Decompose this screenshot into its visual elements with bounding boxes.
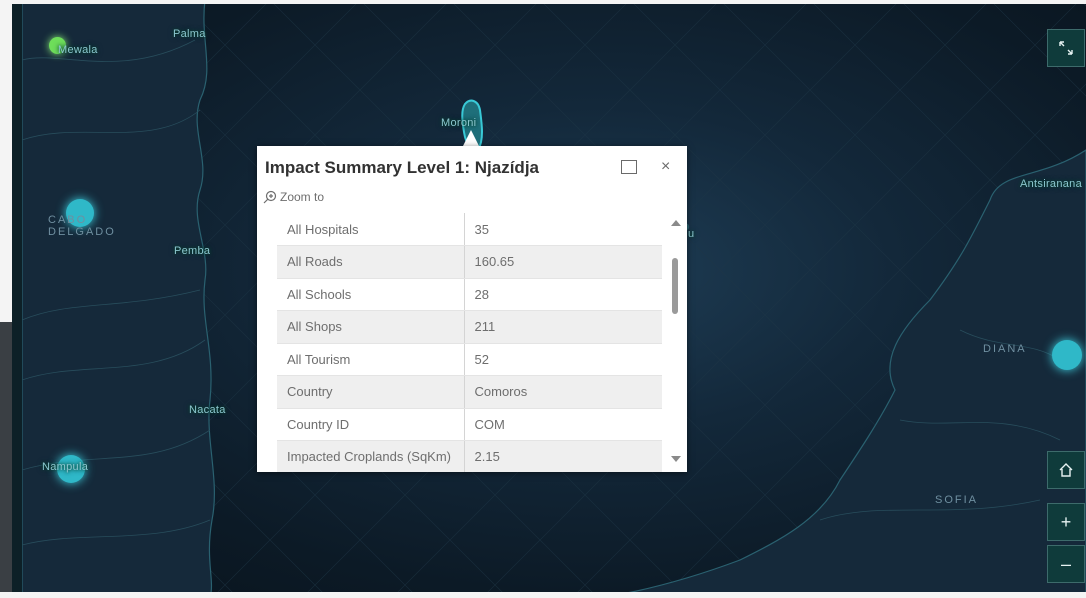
zoom-out-button[interactable]: – (1047, 545, 1085, 583)
app-side-panel-dark (0, 322, 12, 592)
popup-title: Impact Summary Level 1: Njazídja (265, 158, 539, 177)
field-value: 35 (464, 213, 662, 246)
table-row: All Tourism 52 (277, 343, 662, 376)
zoom-to-label: Zoom to (280, 190, 325, 204)
field-value: 2.15 (464, 440, 662, 472)
home-button[interactable] (1047, 451, 1085, 489)
region-label-sofia: SOFIA (935, 494, 979, 506)
table-row: All Shops 211 (277, 310, 662, 344)
place-label-island: u (688, 228, 695, 240)
field-value: 211 (464, 310, 662, 344)
field-name: All Shops (277, 310, 465, 344)
attribute-table-container: All Hospitals 35 All Roads 160.65 All Scho… (277, 213, 662, 472)
scroll-down-icon[interactable] (671, 456, 681, 462)
place-label-pemba: Pemba (174, 245, 211, 257)
close-icon[interactable]: × (661, 158, 670, 176)
field-name: All Tourism (277, 343, 465, 376)
region-label-cabo-delgado: CABO DELGADO (48, 214, 116, 238)
field-name: Impacted Croplands (SqKm) (277, 440, 465, 472)
popup-pointer (463, 130, 479, 146)
field-name: All Hospitals (277, 213, 465, 246)
location-marker-diana[interactable] (1052, 340, 1082, 370)
table-row: Impacted Croplands (SqKm) 2.15 (277, 440, 662, 472)
field-value: COM (464, 408, 662, 441)
app-bottom-edge (12, 592, 1086, 598)
popup-scrollbar[interactable] (669, 216, 681, 468)
home-icon (1059, 463, 1073, 477)
field-name: All Schools (277, 278, 465, 311)
map-left-edge (12, 0, 22, 598)
table-row: All Hospitals 35 (277, 213, 662, 246)
place-label-mewala: Mewala (58, 44, 98, 56)
zoom-to-button[interactable]: Zoom to (263, 190, 324, 204)
fullscreen-button[interactable] (1047, 29, 1085, 67)
table-row: Country ID COM (277, 408, 662, 441)
field-name: All Roads (277, 245, 465, 279)
table-row: All Schools 28 (277, 278, 662, 311)
field-value: 52 (464, 343, 662, 376)
field-value: 160.65 (464, 245, 662, 279)
impact-summary-popup: Impact Summary Level 1: Njazídja × Zoom … (257, 146, 687, 472)
attribute-table: All Hospitals 35 All Roads 160.65 All Scho… (277, 213, 662, 472)
place-label-antsiranana: Antsiranana (1020, 178, 1083, 190)
table-row: All Roads 160.65 (277, 245, 662, 279)
place-label-nampula: Nampula (42, 461, 89, 473)
scrollbar-thumb[interactable] (672, 258, 678, 314)
field-name: Country (277, 375, 465, 409)
zoom-in-button[interactable]: + (1047, 503, 1085, 541)
scroll-up-icon[interactable] (671, 220, 681, 226)
place-label-moroni: Moroni (441, 117, 477, 129)
region-label-diana: DIANA (983, 343, 1027, 355)
app-top-edge (12, 0, 1086, 4)
field-name: Country ID (277, 408, 465, 441)
field-value: 28 (464, 278, 662, 311)
dock-icon[interactable] (621, 160, 637, 174)
expand-icon (1059, 41, 1073, 55)
field-value: Comoros (464, 375, 662, 409)
place-label-nacata: Nacata (189, 404, 226, 416)
table-row: Country Comoros (277, 375, 662, 409)
place-label-palma: Palma (173, 28, 206, 40)
zoom-in-icon (263, 190, 277, 204)
